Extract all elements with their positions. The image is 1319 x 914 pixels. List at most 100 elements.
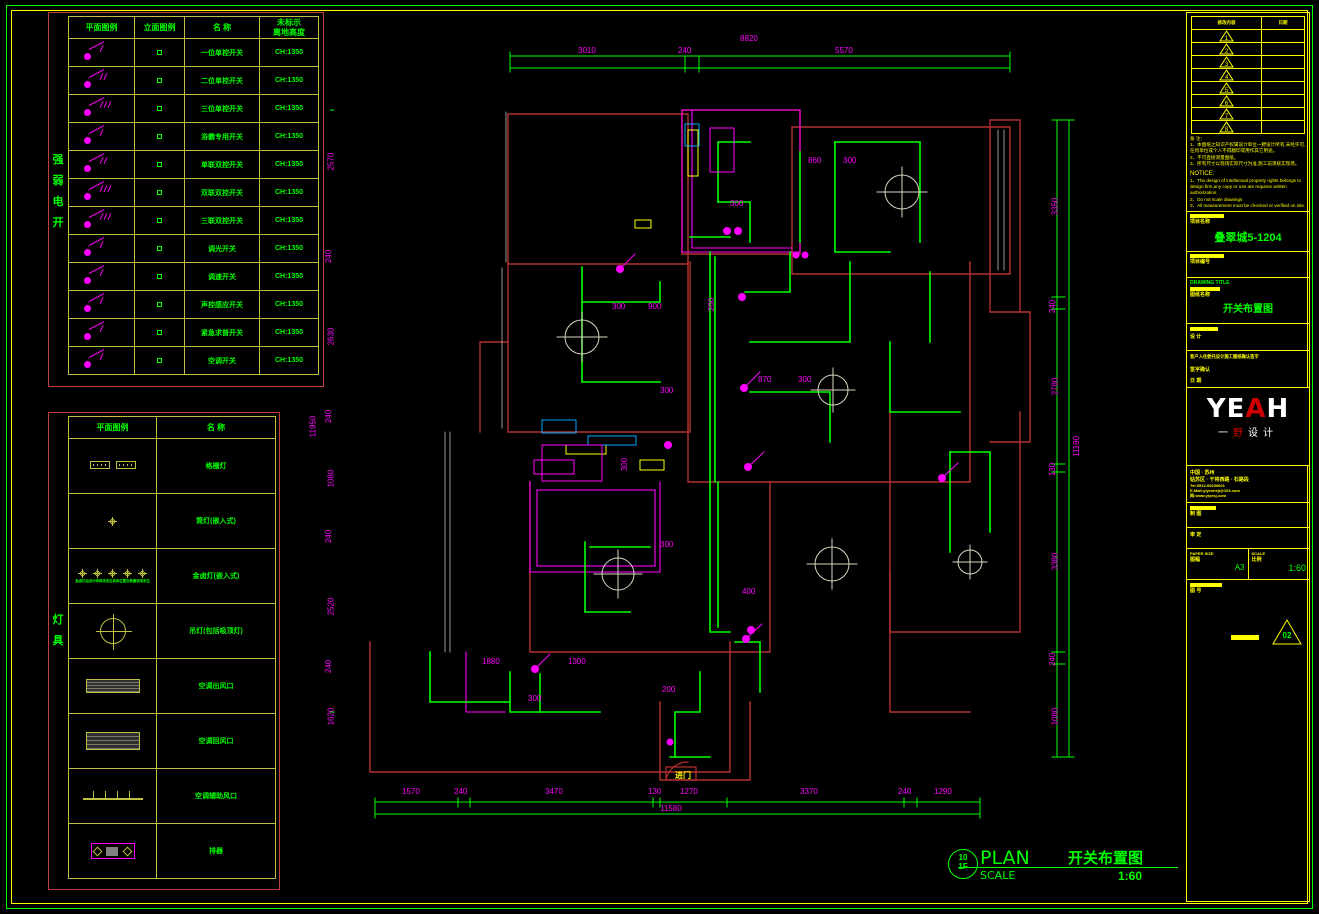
switch-legend-row: 双联双控开关 CH:1350 <box>68 178 319 207</box>
dim-interior-12: 400 <box>742 587 756 596</box>
revision-date <box>1261 94 1305 108</box>
switch-mounting-height: CH:1350 <box>259 346 319 375</box>
col-mounting-height-line1: 未标示 <box>277 18 301 28</box>
top-dimension-chain <box>509 51 1011 73</box>
paper-scale-row: PAPER SIZE 图幅 A3 SCALE 比例 1:60 <box>1187 548 1309 580</box>
lighting-name: 空调出风口 <box>156 658 276 714</box>
switch-mounting-height: CH:1350 <box>259 38 319 67</box>
drawing-title-value: 开关布置图 <box>1223 303 1273 315</box>
revision-date <box>1261 107 1305 121</box>
switch-name: 单联双控开关 <box>184 150 260 179</box>
dim-top-2: 240 <box>678 46 692 55</box>
plan-title-en: PLAN <box>980 847 1030 869</box>
revision-row: 6 <box>1190 94 1305 108</box>
switch-mounting-height: CH:1350 <box>259 66 319 95</box>
ac-return-grille-icon <box>68 713 157 769</box>
switch-glyph <box>79 320 125 343</box>
dim-left-3: 2630 <box>326 327 336 346</box>
switch-legend-row: 单联双控开关 CH:1350 <box>68 150 319 179</box>
col-light-name: 名 称 <box>156 416 276 439</box>
plan-scale-value: 1:60 <box>1118 869 1143 883</box>
equipment-boxes <box>565 129 699 471</box>
switch-name: 三位单控开关 <box>184 94 260 123</box>
revision-col-date: 日期 <box>1261 16 1305 30</box>
switch-mounting-height: CH:1350 <box>259 290 319 319</box>
switch-plan-symbol <box>68 262 135 291</box>
revision-date <box>1261 81 1305 95</box>
cad-drawing-screen: 强弱电开 平面图例 立面图例 名 称 未标示 离地高度 一位单控开关 CH:135… <box>0 0 1319 914</box>
sign-label: 签字确认 <box>1190 366 1211 373</box>
switch-glyph <box>79 180 125 203</box>
metal-halide-icon: 金卤灯由设计师现场定位具体位置及数量现场定位 <box>68 548 157 604</box>
plan-title-label: 10 1F PLAN SCALE 开关布置图 1:60 <box>948 845 1188 891</box>
paper-label: 图幅 <box>1190 556 1201 563</box>
switch-glyph <box>79 40 125 63</box>
dim-bot-5: 1270 <box>680 787 698 796</box>
switch-legend-row: 调速开关 CH:1350 <box>68 262 319 291</box>
lighting-name: 空调回风口 <box>156 713 276 769</box>
dim-left-6: 240 <box>324 529 334 544</box>
revision-table: 修改内容 日期 12345678 <box>1190 16 1305 134</box>
lighting-legend-row: 格栅灯 <box>68 438 276 494</box>
dim-left-9: 1620 <box>326 707 336 726</box>
notes-cn-1: 1、本图纸之知识产权属设计单位一野设计所有,未经许可,任何单位或个人不得翻印或用… <box>1190 142 1306 154</box>
revision-row: 5 <box>1190 81 1305 95</box>
plan-scale-label: SCALE <box>980 869 1016 882</box>
dim-bot-8: 1290 <box>934 787 952 796</box>
sheet-no-section: 图 号 02 <box>1187 580 1309 654</box>
dim-bot-3: 3470 <box>545 787 563 796</box>
revision-date <box>1261 120 1305 134</box>
switch-glyph <box>79 292 125 315</box>
sheet-label: 图 号 <box>1190 587 1202 594</box>
consult-section: 客户入住委托设计施工图纸确认签字 签字确认 日 期 <box>1187 351 1309 388</box>
designer-section: 设 计 <box>1187 324 1309 351</box>
panel-box-magenta <box>533 127 735 482</box>
lighting-name: 空调辅助风口 <box>156 768 276 824</box>
dim-bot-6: 3370 <box>800 787 818 796</box>
revision-marker: 6 <box>1190 94 1263 108</box>
switch-elevation-symbol <box>134 122 185 151</box>
switch-name: 调速开关 <box>184 262 260 291</box>
dim-right-total: 11190 <box>1072 435 1082 458</box>
company-line-2: 姑苏区 · 干将西路 · 石路段 <box>1190 476 1249 483</box>
switch-legend-row: 空调开关 CH:1350 <box>68 346 319 375</box>
switch-elevation-symbol <box>134 234 185 263</box>
lighting-name: 筒灯(嵌入式) <box>156 493 276 549</box>
dim-top-1: 3010 <box>578 46 596 55</box>
dim-interior-14: 300 <box>620 457 630 472</box>
project-no-section: 项目编号 <box>1187 252 1309 278</box>
revision-table-wrap: 修改内容 日期 12345678 <box>1187 13 1309 134</box>
switch-symbol-stems <box>534 253 959 670</box>
switch-elevation-symbol <box>134 318 185 347</box>
dim-left-5: 1080 <box>326 469 336 488</box>
revision-date <box>1261 68 1305 82</box>
switch-elevation-symbol <box>134 346 185 375</box>
switch-glyph <box>79 96 125 119</box>
dim-interior-2: 900 <box>648 302 662 311</box>
switch-elevation-symbol <box>134 206 185 235</box>
revision-row: 1 <box>1190 29 1305 43</box>
lighting-symbol-note: 金卤灯由设计师现场定位具体位置及数量现场定位 <box>75 578 150 583</box>
plan-number-top: 10 <box>958 853 968 862</box>
switch-legend-body: 一位单控开关 CH:1350 二位单控开关 CH:1350 三位单控开关 CH:1350 浴… <box>68 38 319 375</box>
notes-en-header: NOTICE: <box>1190 170 1215 177</box>
switch-plan-symbol <box>68 290 135 319</box>
col-mounting-height: 未标示 离地高度 <box>259 16 319 39</box>
lighting-legend-body: 格栅灯 筒灯(嵌入式) 金卤灯由设计师现场定位具体位置及数量现场定位 金卤灯(嵌入式)… <box>68 438 276 879</box>
dim-left-7: 2520 <box>326 597 336 616</box>
switch-elevation-symbol <box>134 178 185 207</box>
lighting-name: 吊灯(包括吸顶灯) <box>156 603 276 659</box>
revision-marker: 5 <box>1190 81 1263 95</box>
switch-legend-table: 平面图例 立面图例 名 称 未标示 离地高度 一位单控开关 CH:1350 二位单控… <box>68 16 319 375</box>
switch-elevation-symbol <box>134 290 185 319</box>
designer-tag <box>1190 326 1218 331</box>
sheet-underline <box>1231 634 1259 640</box>
drawn-section: 制 图 <box>1187 503 1309 528</box>
revision-marker: 7 <box>1190 107 1263 121</box>
switch-legend-side-caption: 强弱电开 <box>52 154 64 229</box>
notes-en-1: 1、The design of intellectual property ri… <box>1190 178 1302 196</box>
revision-row: 7 <box>1190 107 1305 121</box>
switch-glyph <box>79 264 125 287</box>
designer-label: 设 计 <box>1190 333 1202 340</box>
revision-marker: 4 <box>1190 68 1263 82</box>
